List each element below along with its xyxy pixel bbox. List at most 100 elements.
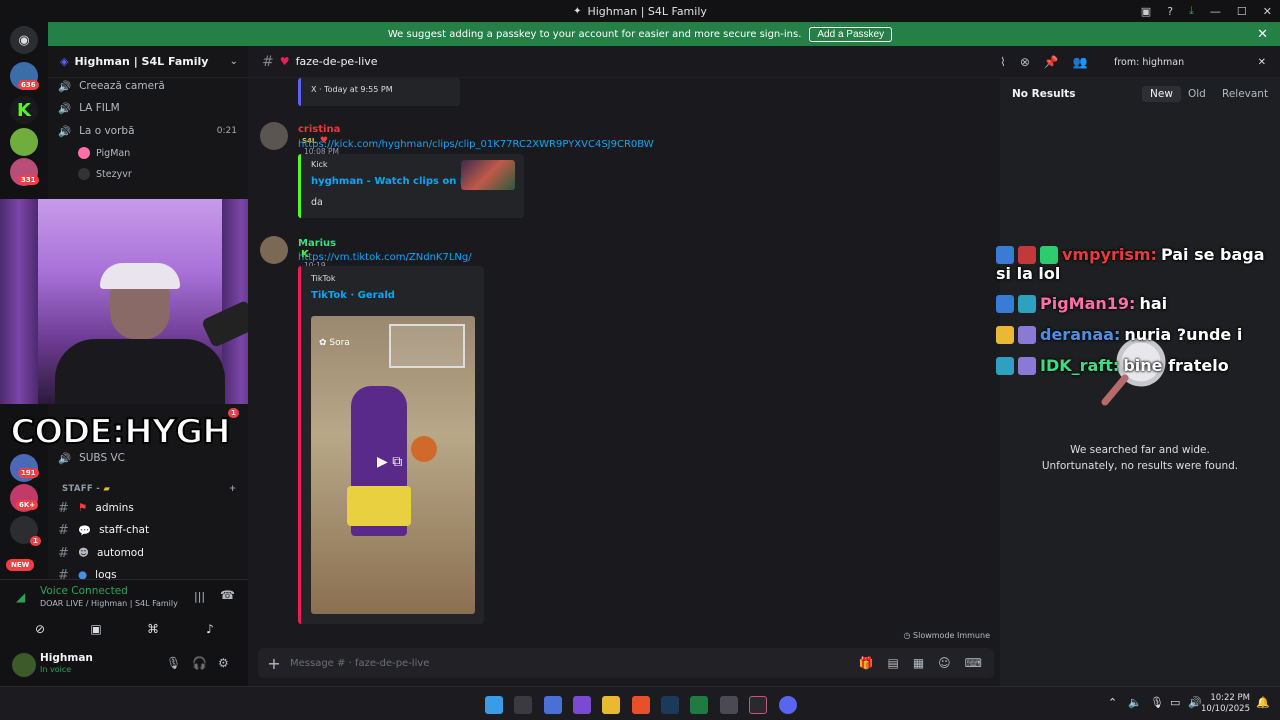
app-logo-icon: ✦	[573, 5, 582, 17]
file-explorer-icon[interactable]	[602, 696, 620, 714]
channel-admins[interactable]: # ⚑ admins	[58, 498, 243, 518]
volume-icon[interactable]: 🔈	[1128, 696, 1142, 709]
guild-header[interactable]: ◈ Highman | S4L Family ⌄	[48, 46, 248, 78]
avatar[interactable]	[260, 236, 288, 264]
embed-video[interactable]: ✿ Sora ▶ ⧉	[311, 316, 475, 614]
avatar	[78, 147, 90, 159]
add-attachment-icon[interactable]: +	[258, 654, 290, 673]
screen-share-button[interactable]: ▣	[76, 618, 116, 640]
chat-username: deranaa:	[1040, 325, 1121, 344]
maximize-button[interactable]: ☐	[1237, 5, 1247, 18]
add-passkey-button[interactable]: Add a Passkey	[809, 26, 893, 42]
message-link[interactable]: https://kick.com/hyghman/clips/clip_01K7…	[298, 139, 654, 150]
folder-icon: ▰	[103, 484, 111, 494]
channel-la-film[interactable]: 🔊 LA FILM	[58, 98, 243, 118]
play-icon[interactable]: ▶ ⧉	[377, 454, 402, 470]
channel-label: LA FILM	[79, 102, 120, 114]
stream-chat-line-cont: si la lol	[996, 264, 1060, 283]
voice-user[interactable]: PigMan	[78, 144, 130, 162]
sort-relevant-tab[interactable]: Relevant	[1214, 86, 1276, 102]
avatar[interactable]	[12, 653, 36, 677]
threads-icon[interactable]: ⌇	[1000, 55, 1006, 69]
channel-create-room[interactable]: 🔊 Creează cameră	[58, 76, 243, 96]
sort-new-tab[interactable]: New	[1142, 86, 1181, 102]
tray-chevron-icon[interactable]: ⌃	[1108, 696, 1117, 709]
inbox-icon[interactable]: ▣	[1141, 5, 1151, 18]
banner-text: We suggest adding a passkey to your acco…	[387, 28, 802, 40]
speaker-icon: 🔊	[58, 125, 72, 138]
system-clock[interactable]: 10:22 PM 10/10/2025	[1201, 693, 1250, 715]
channel-label: admins	[95, 502, 134, 514]
brave-icon[interactable]	[632, 696, 650, 714]
category-staff[interactable]: STAFF - ▰ +	[62, 484, 236, 494]
message-link[interactable]: https://vm.tiktok.com/ZNdnK7LNg/	[298, 252, 472, 263]
channel-staff-chat[interactable]: # 💬 staff-chat	[58, 520, 243, 540]
badge-icon	[996, 325, 1014, 344]
curtain	[0, 199, 38, 404]
task-view-icon[interactable]	[514, 696, 532, 714]
embed-title[interactable]: TikTok · Gerald	[311, 290, 395, 301]
tiktok-embed: TikTok TikTok · Gerald ✿ Sora ▶ ⧉	[298, 266, 484, 624]
chat-text: Pai se baga	[1160, 245, 1265, 264]
start-icon[interactable]	[485, 696, 503, 714]
add-channel-icon[interactable]: +	[229, 484, 236, 494]
avatar[interactable]	[260, 122, 288, 150]
activity-button[interactable]: ⌘	[133, 618, 173, 640]
camera-off-button[interactable]: ⊘	[20, 618, 60, 640]
dot-icon: ●	[78, 569, 88, 579]
minimize-button[interactable]: —	[1210, 5, 1221, 18]
gif-icon[interactable]: ▤	[887, 656, 898, 670]
headphones-icon[interactable]: 🎧	[192, 656, 207, 670]
close-button[interactable]: ✕	[1263, 5, 1272, 18]
speaker-tray-icon[interactable]: 🔊	[1188, 696, 1202, 709]
help-icon[interactable]: ?	[1167, 5, 1173, 18]
download-icon[interactable]: ⤓	[1189, 4, 1194, 18]
channel-la-o-vorba[interactable]: 🔊 La o vorbă 0:21	[58, 121, 243, 141]
gear-icon[interactable]: ⚙	[218, 656, 229, 670]
copilot-icon[interactable]	[573, 696, 591, 714]
notification-icon[interactable]: 🔔	[1256, 696, 1270, 709]
speaker-icon: 🔊	[58, 102, 72, 115]
clear-search-icon[interactable]: ✕	[1258, 57, 1266, 68]
chat-text: hai	[1139, 294, 1168, 313]
gift-icon[interactable]: 🎁	[859, 656, 874, 670]
members-icon[interactable]: 👥	[1073, 55, 1088, 69]
noise-icon[interactable]: |||	[194, 590, 205, 603]
microphone-icon[interactable]: 🎙	[166, 656, 181, 670]
network-icon[interactable]: ▭	[1170, 696, 1180, 709]
channel-automod[interactable]: # ☻ automod	[58, 543, 243, 563]
mute-icon[interactable]: ⊗	[1020, 55, 1030, 69]
widgets-icon[interactable]	[544, 696, 562, 714]
window-title: Highman | S4L Family	[587, 4, 707, 18]
channel-logs[interactable]: # ● logs	[58, 565, 243, 580]
hash-icon: #	[58, 567, 69, 580]
empty-state-line2: Unfortunately, no results were found.	[1041, 460, 1239, 472]
epic-games-icon[interactable]	[749, 696, 767, 714]
stream-code-overlay: CODE:HYGH	[9, 411, 231, 453]
emoji-icon[interactable]: ☺	[938, 656, 951, 670]
sticker-icon[interactable]: ▦	[913, 656, 924, 670]
banner-close-icon[interactable]: ✕	[1257, 27, 1268, 42]
unread-badge: 331	[18, 175, 39, 185]
microphone-tray-icon[interactable]: 🎙	[1150, 696, 1164, 709]
pin-icon[interactable]: 📌	[1044, 55, 1059, 69]
steam-icon[interactable]	[661, 696, 679, 714]
server-icon[interactable]	[10, 128, 38, 156]
home-icon[interactable]: ◉	[10, 26, 38, 54]
app-icon[interactable]	[720, 696, 738, 714]
discord-taskbar-icon[interactable]	[779, 696, 797, 714]
unread-badge: 191	[18, 468, 39, 478]
excel-icon[interactable]	[690, 696, 708, 714]
search-input[interactable]: from: highman ✕	[1107, 52, 1272, 72]
voice-user[interactable]: Stezyvr	[78, 165, 132, 183]
chevron-down-icon[interactable]: ⌄	[230, 56, 238, 67]
embed-title[interactable]: hyghman - Watch clips on Kick	[311, 176, 484, 187]
message-input[interactable]: + Message # · faze-de-pe-live 🎁 ▤ ▦ ☺ ⌨	[258, 648, 994, 678]
sort-old-tab[interactable]: Old	[1180, 86, 1214, 102]
embed-thumbnail[interactable]	[461, 160, 515, 190]
disconnect-icon[interactable]: ☎	[220, 588, 235, 602]
voice-timer: 0:21	[216, 126, 237, 136]
apps-icon[interactable]: ⌨	[965, 656, 982, 670]
soundboard-button[interactable]: ♪	[190, 618, 230, 640]
kick-server-icon[interactable]: K	[10, 96, 38, 124]
